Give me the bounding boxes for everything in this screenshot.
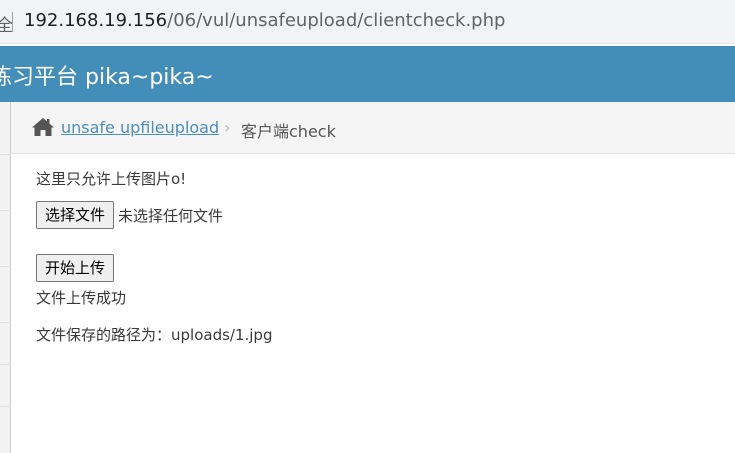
sidebar-divider: [0, 154, 11, 155]
breadcrumb-separator: ›: [224, 118, 231, 137]
upload-notice: 这里只允许上传图片o!: [36, 170, 187, 188]
saved-path-message: 文件保存的路径为：uploads/1.jpg: [36, 326, 273, 344]
sidebar: [0, 102, 11, 453]
file-input-row: 选择文件 未选择任何文件: [36, 201, 223, 229]
site-header: 练习平台 pika~pika~: [0, 46, 735, 102]
url-path: /06/vul/unsafeupload/clientcheck.php: [167, 10, 506, 31]
breadcrumb-link-unsafe-upload[interactable]: unsafe upfileupload: [61, 118, 219, 137]
sidebar-divider: [0, 266, 11, 267]
breadcrumb: unsafe upfileupload › 客户端check: [11, 102, 735, 154]
choose-file-button[interactable]: 选择文件: [36, 201, 115, 229]
viewport: 全 192.168.19.156/06/vul/unsafeupload/cli…: [0, 0, 735, 453]
sidebar-divider: [0, 364, 11, 365]
sidebar-divider: [0, 322, 11, 323]
browser-address-bar[interactable]: 全 192.168.19.156/06/vul/unsafeupload/cli…: [0, 0, 735, 44]
address-divider: [12, 12, 13, 32]
breadcrumb-current: 客户端check: [241, 122, 336, 141]
file-status-label: 未选择任何文件: [118, 206, 224, 225]
url-text[interactable]: 192.168.19.156/06/vul/unsafeupload/clien…: [24, 10, 505, 31]
home-icon[interactable]: [31, 117, 55, 137]
start-upload-button[interactable]: 开始上传: [36, 254, 115, 282]
site-title[interactable]: 练习平台 pika~pika~: [0, 59, 214, 91]
sidebar-divider: [0, 210, 11, 211]
url-host: 192.168.19.156: [24, 10, 168, 31]
sidebar-divider: [0, 406, 11, 407]
upload-row: 开始上传: [36, 254, 115, 282]
upload-result-message: 文件上传成功: [36, 289, 127, 307]
